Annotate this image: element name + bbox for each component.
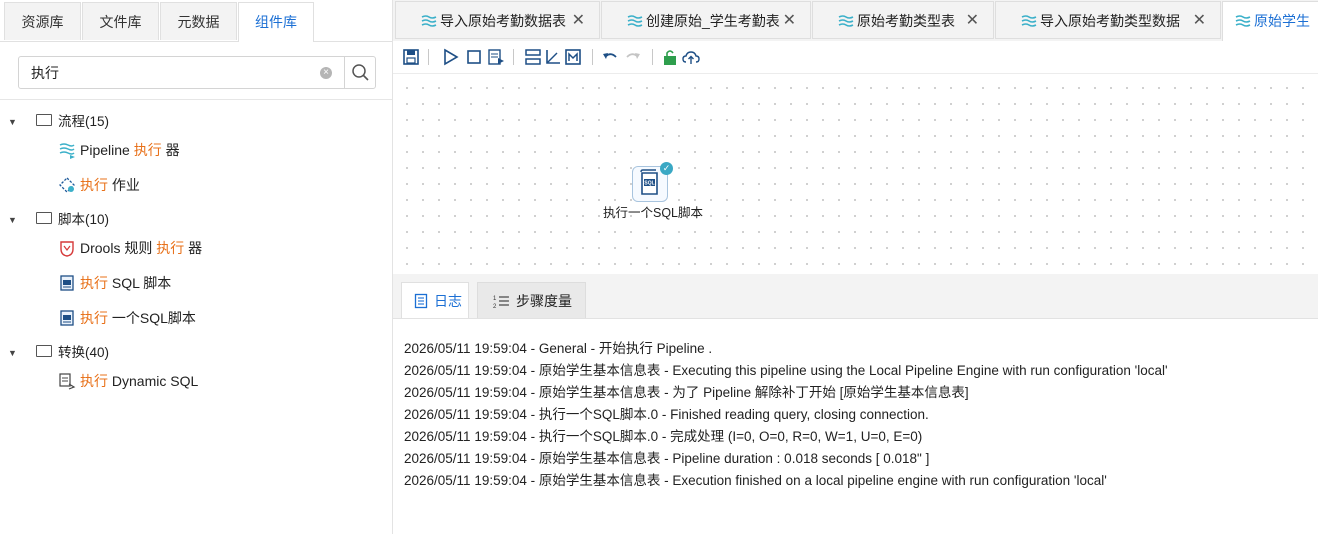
doc-tab-import-attendance[interactable]: 导入原始考勤数据表 ✕: [395, 1, 600, 39]
tree-category-flow[interactable]: ▼ 流程(15): [8, 112, 109, 132]
tab-metadata[interactable]: 元数据: [160, 2, 237, 40]
doc-tab-import-attendance-type[interactable]: 导入原始考勤类型数据 ✕: [995, 1, 1221, 39]
preview-icon[interactable]: [487, 48, 505, 66]
search-input[interactable]: [19, 57, 339, 88]
category-label: 流程(15): [58, 114, 110, 129]
pipeline-icon: [59, 143, 75, 160]
tab-component-library[interactable]: 组件库: [238, 2, 314, 42]
tree-item-execute-sql-script[interactable]: 执行 SQL 脚本: [58, 272, 171, 294]
dynamic-sql-icon: [59, 373, 76, 390]
tab-step-metrics[interactable]: 1 2 步骤度量: [477, 282, 586, 318]
tab-repository[interactable]: 资源库: [4, 2, 81, 40]
sql-script-icon: [60, 275, 74, 291]
stop-icon[interactable]: [465, 48, 483, 66]
doc-tab-student-info[interactable]: 原始学生: [1222, 1, 1318, 41]
toolbar-divider: [592, 49, 593, 65]
svg-text:1: 1: [493, 296, 497, 302]
log-line: 2026/05/11 19:59:04 - 原始学生基本信息表 - 为了 Pip…: [404, 385, 969, 400]
log-line: 2026/05/11 19:59:04 - 原始学生基本信息表 - Pipeli…: [404, 451, 930, 466]
log-icon: [414, 294, 428, 309]
log-line: 2026/05/11 19:59:04 - 原始学生基本信息表 - Execut…: [404, 363, 1168, 378]
editor-area: 导入原始考勤数据表 ✕ 创建原始_学生考勤表 ✕ 原始考勤类型表 ✕ 导入原始考…: [393, 0, 1318, 534]
clear-search-icon[interactable]: ×: [320, 67, 332, 79]
log-output: 2026/05/11 19:59:04 - General - 开始执行 Pip…: [404, 338, 1314, 492]
doc-tab-attendance-type[interactable]: 原始考勤类型表 ✕: [812, 1, 994, 39]
drools-icon: [60, 241, 74, 258]
chevron-down-icon[interactable]: ▼: [8, 112, 24, 132]
tree-category-script[interactable]: ▼ 脚本(10): [8, 210, 109, 230]
chevron-down-icon[interactable]: ▼: [8, 210, 24, 230]
zoom-fit-icon[interactable]: [564, 48, 582, 66]
pipeline-icon: [421, 15, 437, 28]
tree-item-drools-executor[interactable]: Drools 规则 执行 器: [58, 237, 202, 259]
tab-file-library[interactable]: 文件库: [82, 2, 159, 40]
pipeline-canvas[interactable]: SQL ✓ 执行一个SQL脚本: [393, 74, 1318, 274]
category-label: 转换(40): [58, 345, 110, 360]
align-icon[interactable]: [524, 48, 542, 66]
tree-item-dynamic-sql[interactable]: 执行 Dynamic SQL: [58, 370, 198, 392]
search-button[interactable]: [344, 57, 376, 88]
redo-icon[interactable]: [624, 48, 642, 66]
lock-icon[interactable]: [661, 48, 679, 66]
left-tab-bar: 资源库 文件库 元数据 组件库: [0, 0, 392, 42]
folder-icon: [36, 114, 52, 127]
pipeline-icon: [838, 15, 854, 28]
undo-icon[interactable]: [601, 48, 619, 66]
sql-script-node[interactable]: SQL ✓: [632, 162, 673, 202]
bottom-tab-bar: 日志 1 2 步骤度量: [393, 274, 1318, 319]
pipeline-toolbar: [393, 41, 1318, 74]
log-line: 2026/05/11 19:59:04 - General - 开始执行 Pip…: [404, 341, 713, 356]
svg-text:2: 2: [493, 304, 497, 309]
search-icon: [352, 64, 369, 81]
node-label: 执行一个SQL脚本: [602, 206, 703, 220]
save-icon[interactable]: [402, 48, 420, 66]
run-icon[interactable]: [442, 48, 460, 66]
toolbar-divider: [652, 49, 653, 65]
document-tab-bar: 导入原始考勤数据表 ✕ 创建原始_学生考勤表 ✕ 原始考勤类型表 ✕ 导入原始考…: [393, 0, 1318, 42]
component-library-panel: 资源库 文件库 元数据 组件库 × ▼流程(15) Pipeline 执行 器 …: [0, 0, 393, 534]
toolbar-divider: [428, 49, 429, 65]
log-line: 2026/05/11 19:59:04 - 原始学生基本信息表 - Execut…: [404, 473, 1107, 488]
pipeline-icon: [627, 15, 643, 28]
pipeline-icon: [1021, 15, 1037, 28]
chevron-down-icon[interactable]: ▼: [8, 343, 24, 363]
close-icon[interactable]: ✕: [783, 2, 796, 40]
tree-category-transform[interactable]: ▼ 转换(40): [8, 343, 109, 363]
close-icon[interactable]: ✕: [966, 2, 979, 40]
svg-text:SQL: SQL: [644, 181, 654, 187]
log-line: 2026/05/11 19:59:04 - 执行一个SQL脚本.0 - 完成处理…: [404, 429, 923, 444]
tree-item-execute-one-sql-script[interactable]: 执行 一个SQL脚本: [58, 307, 196, 329]
distribute-icon[interactable]: [544, 48, 562, 66]
folder-icon: [36, 212, 52, 225]
success-check-icon: ✓: [660, 162, 673, 175]
doc-tab-create-student-attendance[interactable]: 创建原始_学生考勤表 ✕: [601, 1, 811, 39]
category-label: 脚本(10): [58, 212, 110, 227]
upload-cloud-icon[interactable]: [682, 48, 700, 66]
close-icon[interactable]: ✕: [572, 2, 585, 40]
log-line: 2026/05/11 19:59:04 - 执行一个SQL脚本.0 - Fini…: [404, 407, 929, 422]
toolbar-divider: [513, 49, 514, 65]
sql-script-icon: [60, 310, 74, 326]
tab-log[interactable]: 日志: [401, 282, 469, 318]
close-icon[interactable]: ✕: [1193, 2, 1206, 40]
pipeline-icon: [1235, 15, 1251, 28]
tree-item-pipeline-executor[interactable]: Pipeline 执行 器: [58, 139, 180, 161]
tree-item-execute-job[interactable]: 执行 作业: [58, 174, 140, 196]
divider: [0, 99, 392, 100]
folder-icon: [36, 345, 52, 358]
job-icon: [59, 177, 75, 194]
component-search: ×: [18, 56, 376, 89]
numbered-list-icon: 1 2: [493, 296, 509, 309]
